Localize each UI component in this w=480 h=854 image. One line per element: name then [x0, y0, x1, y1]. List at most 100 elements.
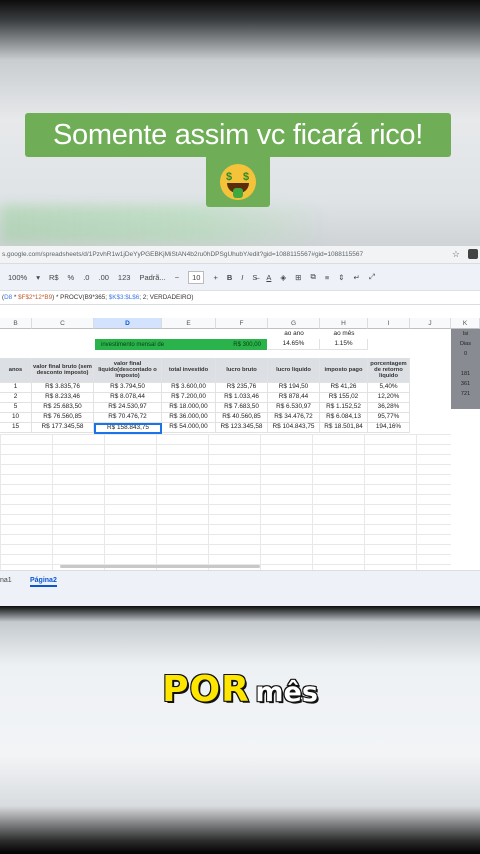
table-cell[interactable]: 95,77%	[368, 413, 410, 423]
strikethrough-button[interactable]: S̶	[252, 273, 257, 282]
table-cell[interactable]: R$ 123.345,58	[216, 423, 268, 433]
table-cell[interactable]: R$ 25.683,50	[32, 403, 94, 413]
monthly-investment-cell[interactable]: investimento mensal de R$ 300,00	[95, 339, 267, 350]
table-cell[interactable]: 12,20%	[368, 393, 410, 403]
table-cell[interactable]: R$ 54.000,00	[162, 423, 216, 433]
table-cell[interactable]: 36,28%	[368, 403, 410, 413]
bookmark-star-icon[interactable]: ☆	[452, 246, 460, 263]
table-cell[interactable]: R$ 878,44	[268, 393, 320, 403]
label-ao-ano[interactable]: ao ano	[268, 329, 320, 339]
empty-cells[interactable]	[0, 434, 451, 570]
column-header-i[interactable]: I	[368, 318, 410, 329]
table-cell[interactable]: R$ 3.794,50	[94, 383, 162, 393]
font-size-input[interactable]: 10	[188, 270, 205, 284]
table-cell[interactable]: 5,40%	[368, 383, 410, 393]
header-lucro-bruto[interactable]: lucro bruto	[216, 358, 268, 383]
table-cell[interactable]: R$ 6.530,97	[268, 403, 320, 413]
table-cell[interactable]: R$ 3.835,76	[32, 383, 94, 393]
table-cell[interactable]: R$ 34.476,72	[268, 413, 320, 423]
extension-icon[interactable]	[468, 249, 478, 259]
merge-cells-icon[interactable]: ⧉	[310, 272, 315, 282]
table-cell[interactable]: 1	[0, 383, 32, 393]
header-porcentagem[interactable]: porcentagem de retorno liquido	[368, 358, 410, 383]
table-cell[interactable]: R$ 76.560,85	[32, 413, 94, 423]
table-cell[interactable]: R$ 177.345,58	[32, 423, 94, 433]
formula-bar[interactable]: (D8 * $F$2*12*B9) * PROCV(B9*365; $K$3:$…	[0, 291, 480, 305]
fill-color-icon[interactable]: ◈	[280, 273, 286, 282]
column-header-b[interactable]: B	[0, 318, 32, 329]
percent-format-button[interactable]: %	[68, 273, 75, 282]
table-cell[interactable]: R$ 155,02	[320, 393, 368, 403]
header-anos[interactable]: anos	[0, 358, 32, 383]
value-ao-ano[interactable]: 14.65%	[268, 339, 320, 350]
header-valor-liquido[interactable]: valor final liquido(descontado o imposto…	[94, 358, 162, 383]
cell-grid[interactable]: B C D E F G H I J K ao ano ao mês 14.65%…	[0, 318, 480, 570]
table-cell[interactable]: R$ 40.560,85	[216, 413, 268, 423]
font-select[interactable]: Padrã...	[139, 273, 165, 282]
selected-cell[interactable]: R$ 158.843,75	[94, 423, 162, 434]
zoom-select[interactable]: 100%	[8, 273, 27, 282]
italic-button[interactable]: I	[241, 273, 243, 282]
table-cell[interactable]: 5	[0, 403, 32, 413]
table-cell[interactable]: R$ 6.084,13	[320, 413, 368, 423]
column-header-g[interactable]: G	[268, 318, 320, 329]
value-ao-mes[interactable]: 1.15%	[320, 339, 368, 350]
column-header-j[interactable]: J	[410, 318, 451, 329]
table-cell[interactable]: R$ 1.033,46	[216, 393, 268, 403]
table-cell[interactable]: 194,16%	[368, 423, 410, 433]
increase-font-size-button[interactable]: +	[213, 273, 217, 282]
header-lucro-liquido[interactable]: lucro liquido	[268, 358, 320, 383]
right-panel-cell[interactable]	[451, 359, 480, 369]
tab-pagina2[interactable]: Página2	[30, 577, 57, 587]
horizontal-scrollbar[interactable]	[60, 565, 260, 568]
header-total-investido[interactable]: total investido	[162, 358, 216, 383]
column-header-k[interactable]: K	[451, 318, 480, 329]
text-rotate-icon[interactable]: ⤢	[369, 272, 375, 282]
right-panel-cell[interactable]: 181	[451, 369, 480, 379]
table-cell[interactable]: R$ 24.530,97	[94, 403, 162, 413]
decrease-decimal-button[interactable]: .0	[83, 273, 89, 282]
table-cell[interactable]: R$ 70.476,72	[94, 413, 162, 423]
header-imposto-pago[interactable]: imposto pago	[320, 358, 368, 383]
table-cell[interactable]: R$ 41,26	[320, 383, 368, 393]
table-cell[interactable]: R$ 7.683,50	[216, 403, 268, 413]
column-header-d[interactable]: D	[94, 318, 162, 329]
label-ao-mes[interactable]: ao mês	[320, 329, 368, 339]
decrease-font-size-button[interactable]: −	[175, 273, 179, 282]
align-left-icon[interactable]: ≡	[325, 273, 329, 282]
table-cell[interactable]: R$ 7.200,00	[162, 393, 216, 403]
more-formats-button[interactable]: 123	[118, 273, 131, 282]
header-valor-bruto[interactable]: valor final bruto (sem desconto imposto)	[32, 358, 94, 383]
right-panel-cell[interactable]: 0	[451, 349, 480, 359]
right-panel-cell[interactable]: Dias	[451, 339, 480, 349]
table-cell[interactable]: 10	[0, 413, 32, 423]
tab-sheet1[interactable]: na1	[0, 577, 12, 584]
table-cell[interactable]: R$ 104.843,75	[268, 423, 320, 433]
table-cell[interactable]: R$ 235,76	[216, 383, 268, 393]
table-cell[interactable]: R$ 3.600,00	[162, 383, 216, 393]
borders-icon[interactable]: ⊞	[295, 273, 301, 282]
table-cell[interactable]: R$ 194,50	[268, 383, 320, 393]
vertical-align-icon[interactable]: ⇕	[338, 273, 344, 282]
text-color-button[interactable]: A	[266, 273, 271, 282]
currency-format-button[interactable]: R$	[49, 273, 59, 282]
table-cell[interactable]: R$ 1.152,52	[320, 403, 368, 413]
address-bar[interactable]: s.google.com/spreadsheets/d/1PzvhR1w1jDe…	[0, 246, 480, 264]
right-panel-cell[interactable]: 721	[451, 389, 480, 399]
bold-button[interactable]: B	[227, 273, 232, 282]
table-cell[interactable]: R$ 8.233,46	[32, 393, 94, 403]
column-header-h[interactable]: H	[320, 318, 368, 329]
table-cell[interactable]: 15	[0, 423, 32, 433]
table-cell[interactable]: R$ 8.078,44	[94, 393, 162, 403]
table-cell[interactable]: R$ 18.501,84	[320, 423, 368, 433]
right-panel-cell[interactable]: 361	[451, 379, 480, 389]
table-cell[interactable]: 2	[0, 393, 32, 403]
increase-decimal-button[interactable]: .00	[98, 273, 108, 282]
right-panel-cell[interactable]: Isi	[451, 329, 480, 339]
column-header-e[interactable]: E	[162, 318, 216, 329]
text-wrap-icon[interactable]: ↵	[354, 273, 360, 282]
table-cell[interactable]: R$ 36.000,00	[162, 413, 216, 423]
column-header-c[interactable]: C	[32, 318, 94, 329]
column-header-f[interactable]: F	[216, 318, 268, 329]
table-cell[interactable]: R$ 18.000,00	[162, 403, 216, 413]
